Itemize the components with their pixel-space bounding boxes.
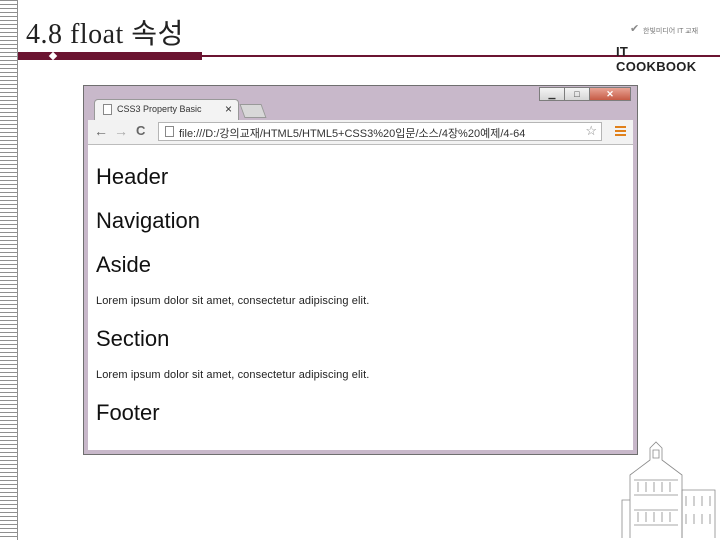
- page-footer: Footer: [96, 400, 160, 425]
- page-content: Header Navigation Aside Lorem ipsum dolo…: [88, 145, 633, 450]
- page-icon: [103, 104, 112, 115]
- section-text: Lorem ipsum dolor sit amet, consectetur …: [96, 369, 370, 381]
- tab-close-button[interactable]: ×: [225, 102, 232, 116]
- menu-icon[interactable]: [615, 126, 626, 138]
- logo-brand: IT COOKBOOK: [616, 44, 697, 74]
- reload-icon[interactable]: C: [136, 123, 145, 138]
- page-section: Section: [96, 326, 170, 351]
- page-icon: [165, 126, 174, 137]
- browser-toolbar: ← → C file:///D:/강의교재/HTML5/HTML5+CSS3%2…: [88, 120, 633, 145]
- browser-window: ▁ □ ✕ CSS3 Property Basic × ← → C file:/…: [83, 85, 638, 455]
- check-icon: ✔: [630, 23, 640, 35]
- left-striped-margin: [0, 0, 18, 540]
- tab-title: CSS3 Property Basic: [117, 104, 202, 114]
- browser-tab[interactable]: CSS3 Property Basic ×: [94, 99, 239, 121]
- close-window-button[interactable]: ✕: [589, 87, 631, 101]
- page-aside: Aside: [96, 252, 152, 277]
- minimize-button[interactable]: ▁: [539, 87, 565, 101]
- star-icon[interactable]: ☆: [585, 123, 597, 139]
- back-arrow-icon[interactable]: ←: [94, 123, 108, 139]
- slide-title: 4.8 float 속성: [26, 19, 184, 50]
- page-header: Header: [96, 164, 169, 189]
- title-underline-bar: [18, 52, 202, 60]
- new-tab-button[interactable]: [239, 104, 267, 118]
- address-bar[interactable]: file:///D:/강의교재/HTML5/HTML5+CSS3%20입문/소스…: [158, 122, 602, 141]
- maximize-button[interactable]: □: [564, 87, 590, 101]
- aside-text: Lorem ipsum dolor sit amet, consectetur …: [96, 295, 370, 307]
- window-controls: ▁ □ ✕: [539, 87, 631, 101]
- address-url[interactable]: file:///D:/강의교재/HTML5/HTML5+CSS3%20입문/소스…: [179, 125, 579, 141]
- logo-tagline: 한빛미디어 IT 교재: [643, 28, 699, 35]
- publisher-logo: ✔ 한빛미디어 IT 교재 IT COOKBOOK: [610, 23, 710, 74]
- forward-arrow-icon[interactable]: →: [114, 123, 128, 139]
- building-sketch-image: [621, 441, 716, 538]
- page-navigation: Navigation: [96, 208, 200, 233]
